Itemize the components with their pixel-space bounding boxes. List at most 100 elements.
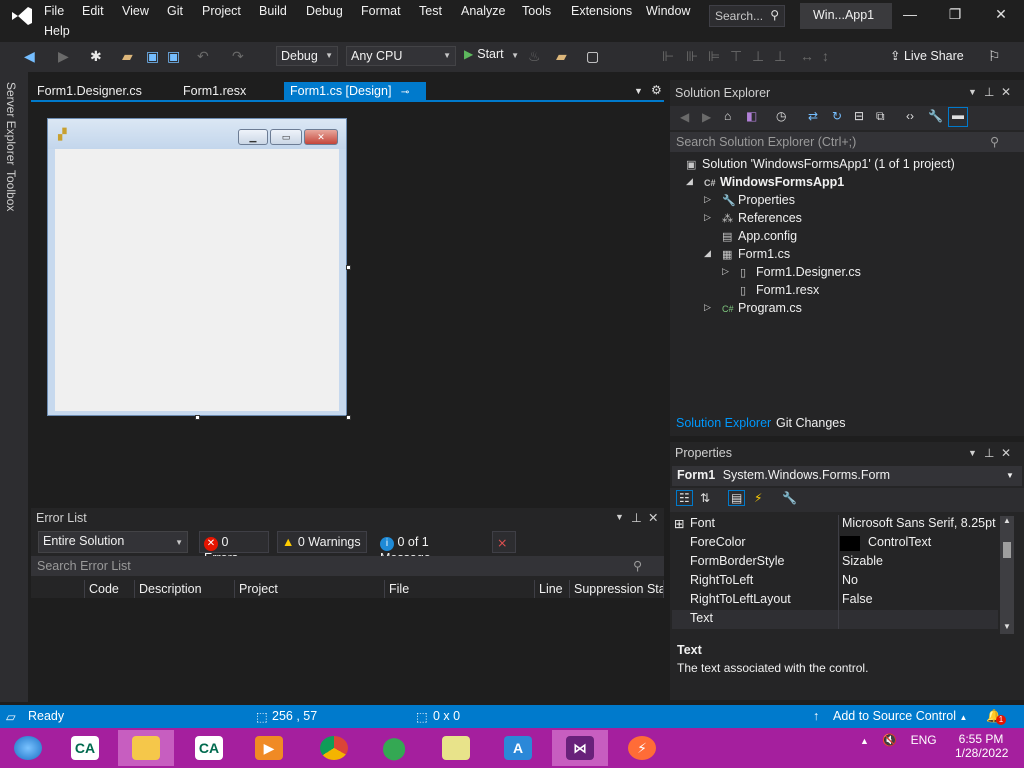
menu-tools[interactable]: Tools	[522, 4, 551, 18]
tree-program-cs[interactable]: ▷ C# Program.cs	[704, 301, 802, 315]
menu-analyze[interactable]: Analyze	[461, 4, 505, 18]
align-center-icon[interactable]: ⊪	[686, 48, 698, 65]
menu-project[interactable]: Project	[202, 4, 241, 18]
menu-extensions[interactable]: Extensions	[571, 4, 632, 18]
save-all-icon[interactable]: ▣	[167, 48, 180, 65]
forward-icon[interactable]: ▶	[702, 110, 711, 124]
live-share-button[interactable]: ⇪ Live Share	[890, 48, 964, 63]
error-col-project[interactable]: Project	[235, 580, 385, 598]
pending-changes-icon[interactable]: ◷	[776, 109, 786, 123]
categorized-icon[interactable]: ☷	[676, 490, 693, 506]
tab-list-dropdown-icon[interactable]: ▼	[634, 86, 643, 96]
live-preview-icon[interactable]: ▢	[586, 48, 599, 65]
tree-references[interactable]: ▷ ⁂ References	[704, 211, 802, 225]
chevron-down-icon[interactable]: ▼	[615, 512, 624, 522]
start-button[interactable]	[0, 730, 56, 766]
error-col-file[interactable]: File	[385, 580, 535, 598]
home-icon[interactable]: ⌂	[724, 109, 731, 123]
maximize-icon[interactable]: ❐	[940, 6, 970, 23]
input-language[interactable]: ENG	[911, 733, 937, 747]
property-object-selector[interactable]: Form1 System.Windows.Forms.Form ▼	[672, 466, 1022, 486]
redo-icon[interactable]: ↷	[232, 48, 244, 65]
align-bottom-icon[interactable]: ⊥	[774, 48, 786, 65]
view-code-icon[interactable]: ‹›	[906, 109, 914, 123]
taskbar-visual-studio[interactable]: ⋈	[552, 730, 608, 766]
expander-icon[interactable]: ▷	[704, 212, 711, 223]
close-icon[interactable]: ✕	[648, 510, 658, 525]
tab-git-changes[interactable]: Git Changes	[770, 414, 851, 432]
properties-view-icon[interactable]: ▤	[728, 490, 746, 506]
chevron-down-icon[interactable]: ▼	[968, 448, 977, 458]
tree-form1-cs[interactable]: ◢ ▦ Form1.cs	[704, 247, 790, 261]
close-icon[interactable]: ✕	[1001, 446, 1011, 460]
new-project-icon[interactable]: ✱	[90, 48, 102, 65]
solution-search-input[interactable]: Search Solution Explorer (Ctrl+;) ⚲	[670, 132, 1024, 152]
expander-icon[interactable]: ▷	[722, 266, 729, 277]
volume-muted-icon[interactable]: 🔇	[882, 733, 897, 747]
tray-overflow-icon[interactable]: ▲	[860, 736, 869, 746]
start-debugging-button[interactable]: ▶ Start ▼	[464, 47, 519, 61]
expander-icon[interactable]: ◢	[686, 176, 693, 187]
expander-icon[interactable]: ▷	[704, 194, 711, 205]
error-col-icon[interactable]	[61, 580, 85, 598]
tree-project[interactable]: ◢ C# WindowsFormsApp1	[686, 175, 844, 189]
close-icon[interactable]: ✕	[986, 6, 1016, 23]
error-search-input[interactable]: Search Error List ⚲	[31, 556, 664, 576]
taskbar-file-explorer[interactable]	[118, 730, 174, 766]
taskbar-sublime[interactable]: ⚡	[614, 730, 670, 766]
menu-build[interactable]: Build	[259, 4, 287, 18]
solution-folder-icon[interactable]: ▰	[556, 48, 567, 65]
menu-format[interactable]: Format	[361, 4, 401, 18]
taskbar-maps[interactable]: ⬤	[366, 730, 422, 766]
errors-filter-button[interactable]: ✕ 0 Errors	[199, 531, 269, 565]
expand-plus-icon[interactable]: ⊞	[674, 516, 684, 531]
menu-help[interactable]: Help	[44, 24, 70, 38]
settings-icon[interactable]: ⚙	[651, 83, 662, 97]
taskbar-video-player[interactable]: ▶	[241, 730, 297, 766]
property-row-font[interactable]: ⊞ Font Microsoft Sans Serif, 8.25pt	[672, 515, 998, 534]
scroll-up-icon[interactable]: ▲	[1003, 516, 1011, 525]
feedback-icon[interactable]: ⚐	[988, 48, 1001, 65]
tree-app-config[interactable]: ▤ App.config	[722, 229, 797, 243]
sync-icon[interactable]: ⇄	[808, 109, 818, 123]
make-same-height-icon[interactable]: ↕	[822, 48, 829, 64]
chevron-down-icon[interactable]: ▼	[968, 87, 977, 97]
align-right-icon[interactable]: ⊫	[708, 48, 720, 65]
error-col-code[interactable]: Code	[85, 580, 135, 598]
tree-properties[interactable]: ▷ 🔧 Properties	[704, 193, 795, 207]
warnings-filter-button[interactable]: ▲ 0 Warnings	[277, 531, 367, 553]
navigate-forward-icon[interactable]: ▶	[58, 48, 69, 65]
property-pages-icon[interactable]: 🔧	[782, 491, 797, 505]
expander-icon[interactable]: ▷	[704, 302, 711, 313]
form1-preview[interactable]: ▞ ▁ ▭ ✕	[47, 118, 347, 416]
taskbar-chrome[interactable]	[306, 730, 362, 766]
properties-scrollbar[interactable]: ▲ ▼	[1000, 516, 1014, 634]
menu-file[interactable]: File	[44, 4, 64, 18]
menu-edit[interactable]: Edit	[82, 4, 104, 18]
error-col-suppression[interactable]: Suppression State	[570, 580, 664, 598]
navigate-back-icon[interactable]: ◀	[24, 48, 35, 65]
solution-config-dropdown[interactable]: Debug ▼	[276, 46, 338, 66]
platform-dropdown[interactable]: Any CPU ▼	[346, 46, 456, 66]
taskbar-credit-agricole-2[interactable]: CA	[181, 730, 237, 766]
tree-solution[interactable]: ▣ Solution 'WindowsFormsApp1' (1 of 1 pro…	[686, 157, 955, 171]
pin-icon[interactable]: ⊥	[984, 446, 994, 460]
close-icon[interactable]: ✕	[1001, 85, 1011, 99]
refresh-icon[interactable]: ↻	[832, 109, 842, 123]
server-explorer-tab[interactable]: Server Explorer	[4, 82, 18, 165]
resize-handle-bottom[interactable]	[195, 415, 200, 420]
tab-form1-designer-cs[interactable]: Form1.Designer.cs	[31, 82, 148, 101]
menu-view[interactable]: View	[122, 4, 149, 18]
property-row-forecolor[interactable]: ForeColor ControlText	[672, 534, 998, 553]
clear-filter-button[interactable]: ⨯	[492, 531, 516, 553]
menu-window[interactable]: Window	[646, 4, 690, 18]
open-file-icon[interactable]: ▰	[122, 48, 133, 65]
add-to-source-control-button[interactable]: Add to Source Control ▲	[833, 709, 967, 723]
resize-handle-corner[interactable]	[346, 415, 351, 420]
switch-views-icon[interactable]: ◧	[746, 109, 757, 123]
taskbar-sticky-notes[interactable]	[428, 730, 484, 766]
error-scope-dropdown[interactable]: Entire Solution ▼	[38, 531, 188, 553]
property-row-righttoleftlayout[interactable]: RightToLeftLayout False	[672, 591, 998, 610]
collapse-all-icon[interactable]: ⊟	[854, 109, 864, 123]
save-icon[interactable]: ▣	[146, 48, 159, 65]
